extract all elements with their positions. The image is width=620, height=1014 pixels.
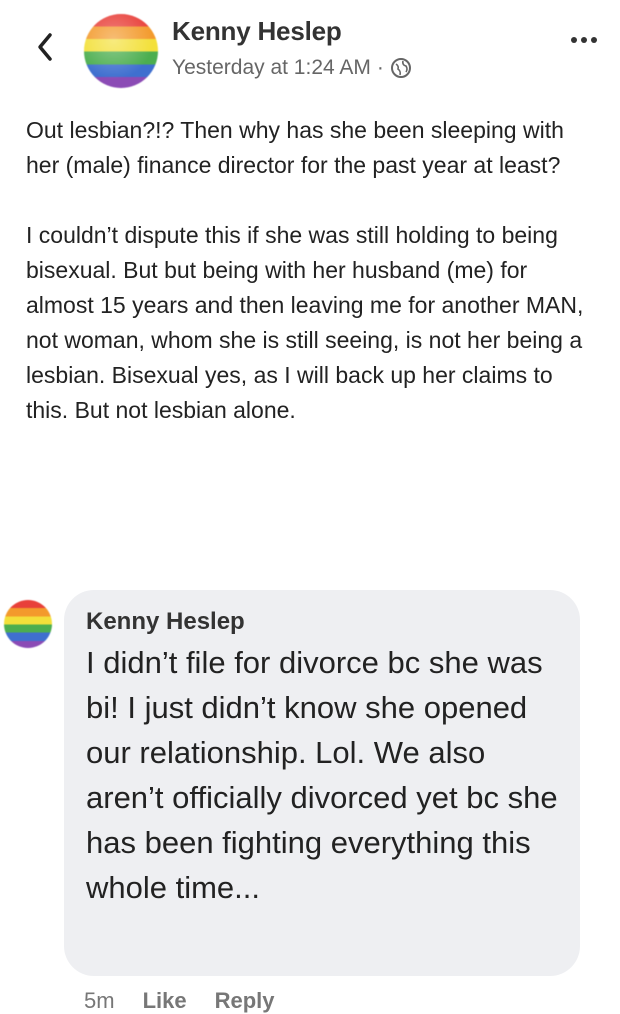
commenter-avatar[interactable] bbox=[4, 600, 52, 648]
ellipsis-icon-dot bbox=[591, 37, 597, 43]
comment-time: 5m bbox=[84, 988, 115, 1013]
post-author-name[interactable]: Kenny Heslep bbox=[172, 16, 342, 47]
reply-button[interactable]: Reply bbox=[215, 988, 275, 1014]
post-paragraph: Out lesbian?!? Then why has she been sle… bbox=[26, 117, 564, 178]
post-paragraph: I couldn’t dispute this if she was still… bbox=[26, 222, 584, 423]
back-button[interactable] bbox=[30, 30, 60, 64]
ellipsis-icon-dot bbox=[581, 37, 587, 43]
more-options-button[interactable] bbox=[566, 30, 602, 50]
comment-text: I didn’t file for divorce bc she was bi!… bbox=[86, 645, 558, 905]
globe-icon bbox=[390, 57, 412, 79]
comment-actions: 5m Like Reply bbox=[84, 988, 275, 1014]
post-body: Out lesbian?!? Then why has she been sle… bbox=[26, 113, 601, 428]
ellipsis-icon-dot bbox=[571, 37, 577, 43]
like-button[interactable]: Like bbox=[143, 988, 187, 1014]
meta-separator: · bbox=[376, 56, 384, 79]
comment-author-name[interactable]: Kenny Heslep bbox=[86, 608, 558, 636]
post-timestamp[interactable]: Yesterday at 1:24 AM bbox=[172, 56, 371, 80]
chevron-left-icon bbox=[38, 33, 52, 61]
comment-bubble: Kenny Heslep I didn’t file for divorce b… bbox=[64, 590, 580, 976]
author-avatar[interactable] bbox=[84, 14, 158, 88]
post-meta: Yesterday at 1:24 AM · bbox=[172, 56, 412, 80]
